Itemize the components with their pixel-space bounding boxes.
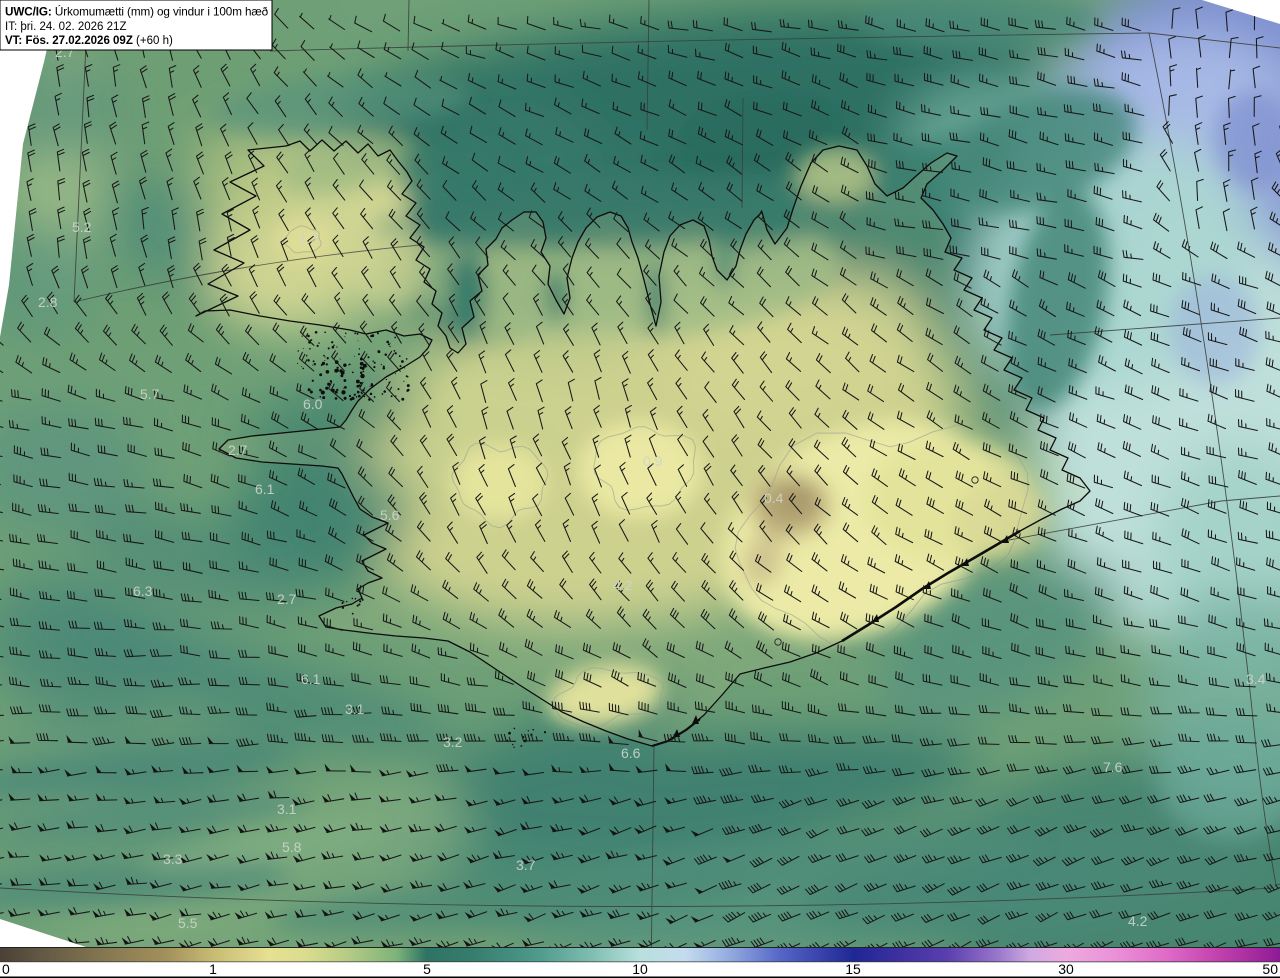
svg-text:6.0: 6.0 [303, 396, 323, 412]
svg-text:30: 30 [1058, 961, 1074, 977]
svg-text:IT: þri. 24. 02. 2026 21Z: IT: þri. 24. 02. 2026 21Z [5, 21, 126, 33]
svg-text:5.8: 5.8 [282, 839, 302, 855]
svg-text:6.1: 6.1 [255, 481, 275, 497]
svg-text:2.8: 2.8 [38, 294, 58, 310]
svg-text:VT: Fös. 27.02.2026 09Z (+60 h: VT: Fös. 27.02.2026 09Z (+60 h) [5, 35, 173, 47]
svg-text:5.6: 5.6 [380, 507, 400, 523]
svg-text:0: 0 [2, 961, 10, 977]
svg-text:5: 5 [423, 961, 431, 977]
svg-text:5.5: 5.5 [178, 915, 198, 931]
svg-text:4.2: 4.2 [613, 577, 633, 593]
svg-text:3.1: 3.1 [345, 701, 365, 717]
svg-text:5.2: 5.2 [72, 219, 92, 235]
svg-text:10: 10 [632, 961, 648, 977]
svg-text:5.7: 5.7 [140, 386, 160, 402]
svg-text:1: 1 [209, 961, 217, 977]
svg-text:3.2: 3.2 [443, 734, 463, 750]
svg-text:0.9: 0.9 [643, 453, 663, 469]
svg-text:4.2: 4.2 [1128, 913, 1148, 929]
svg-text:7.6: 7.6 [1103, 759, 1123, 775]
svg-text:2.7: 2.7 [277, 591, 297, 607]
svg-text:15: 15 [845, 961, 861, 977]
svg-text:6.3: 6.3 [133, 583, 153, 599]
svg-text:2.7: 2.7 [228, 442, 248, 458]
svg-text:1.2: 1.2 [299, 230, 319, 246]
svg-text:6.6: 6.6 [621, 745, 641, 761]
svg-text:3.1: 3.1 [277, 801, 297, 817]
svg-text:3.7: 3.7 [516, 857, 536, 873]
svg-text:UWC/IG: Úrkomumætti (mm) og vi: UWC/IG: Úrkomumætti (mm) og vindur i 100… [5, 6, 269, 19]
svg-text:50: 50 [1262, 961, 1278, 977]
svg-text:0.4: 0.4 [764, 490, 784, 506]
svg-text:3.3: 3.3 [163, 851, 183, 867]
svg-text:6.1: 6.1 [301, 671, 321, 687]
svg-text:3.4: 3.4 [1246, 671, 1266, 687]
